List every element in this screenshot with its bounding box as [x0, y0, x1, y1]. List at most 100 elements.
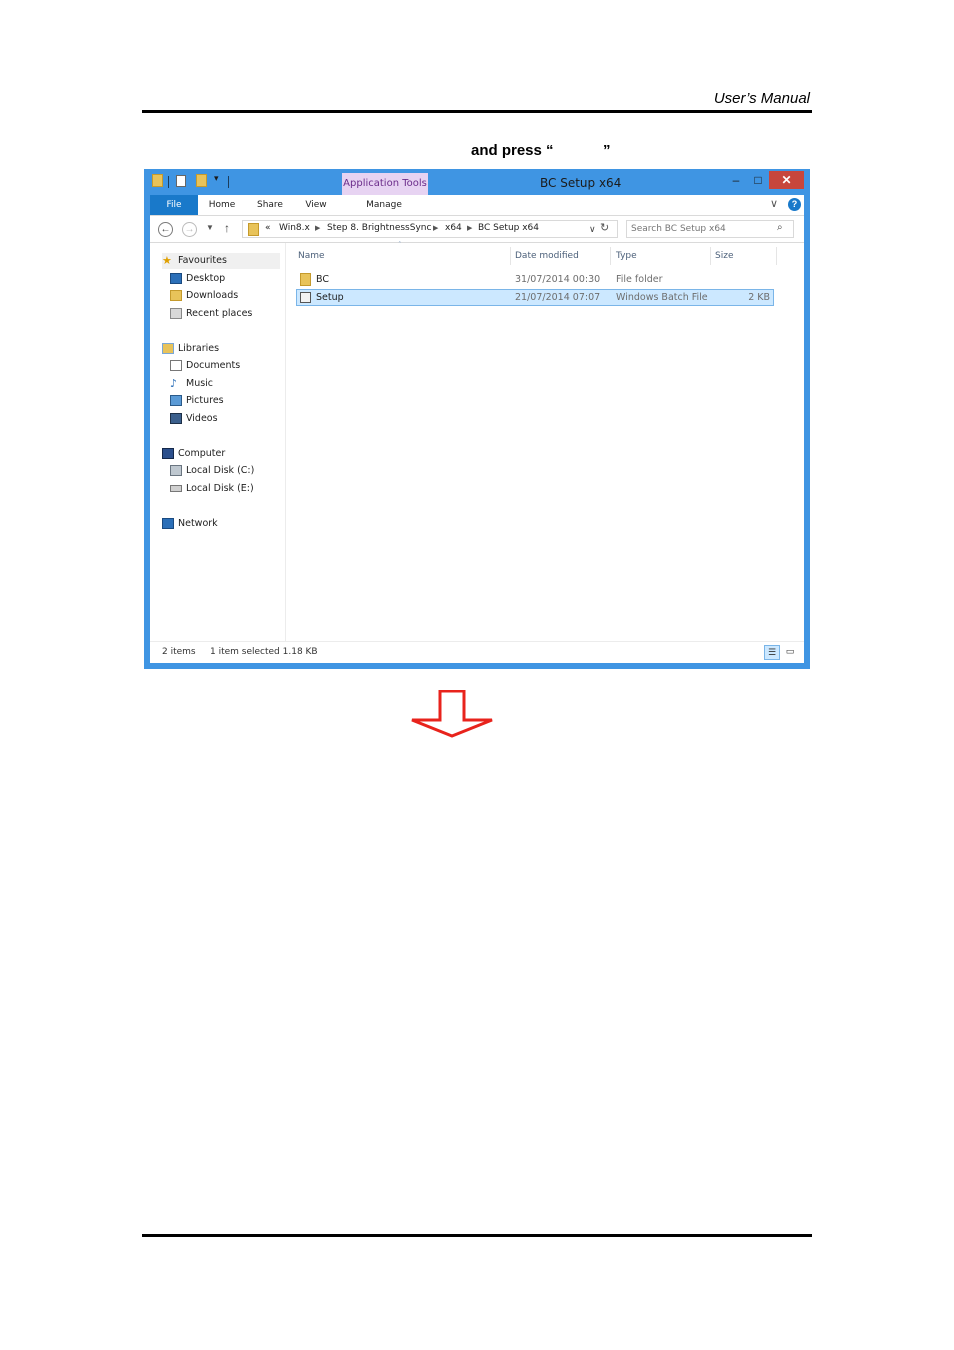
nav-label: Local Disk (C:): [186, 465, 255, 476]
star-icon: ★: [162, 254, 172, 267]
nav-label: Recent places: [186, 308, 253, 319]
instruction-text-start: and press “: [471, 142, 554, 159]
maximize-button[interactable]: □: [748, 171, 768, 189]
nav-label: Downloads: [186, 290, 239, 301]
close-button[interactable]: ✕: [769, 171, 804, 189]
search-box[interactable]: ⌕: [626, 220, 794, 238]
nav-label: Libraries: [178, 343, 220, 354]
nav-label: Documents: [186, 360, 241, 371]
divider: [168, 176, 169, 188]
breadcrumb-win8x[interactable]: Win8.x: [279, 223, 310, 233]
title-bar: ▾ Application Tools BC Setup x64 – □ ✕: [144, 169, 810, 195]
column-divider[interactable]: [510, 247, 511, 265]
application-tools-tab[interactable]: Application Tools: [342, 173, 428, 195]
breadcrumb-bc-setup-x64[interactable]: BC Setup x64: [478, 223, 539, 233]
file-type: Windows Batch File: [616, 292, 708, 303]
nav-label: Music: [186, 378, 214, 389]
breadcrumb-separator-icon[interactable]: ▶: [315, 224, 320, 232]
help-icon[interactable]: ?: [788, 198, 801, 211]
tab-view[interactable]: View: [298, 195, 334, 215]
tiles-view-button[interactable]: ▭: [782, 645, 798, 660]
libraries-icon: [162, 343, 174, 354]
column-header-name[interactable]: Name: [298, 251, 325, 261]
divider: [228, 176, 229, 188]
breadcrumb-overflow[interactable]: «: [265, 223, 271, 233]
videos-icon: [170, 413, 182, 424]
header-rule: [142, 110, 812, 113]
file-size: 2 KB: [748, 292, 770, 303]
tab-home[interactable]: Home: [202, 195, 242, 215]
forward-button[interactable]: →: [182, 222, 197, 237]
pictures-icon: [170, 395, 182, 406]
column-divider[interactable]: [610, 247, 611, 265]
recent-places-icon: [170, 308, 182, 319]
table-row-bc[interactable]: BC 31/07/2014 00:30 File folder: [296, 271, 774, 288]
customize-chevron-icon[interactable]: ▾: [214, 173, 219, 189]
back-button[interactable]: ←: [158, 222, 173, 237]
computer-icon: [162, 448, 174, 459]
file-date: 31/07/2014 00:30: [515, 274, 601, 285]
file-name: BC: [316, 274, 329, 285]
page-header-title: User’s Manual: [713, 90, 810, 107]
desktop-icon: [170, 273, 182, 284]
breadcrumb-step8[interactable]: Step 8. BrightnessSync: [327, 223, 431, 233]
address-toolbar: ← → ▼ ↑ « Win8.x ▶ Step 8. BrightnessSyn…: [150, 215, 804, 243]
minimize-button[interactable]: –: [726, 171, 746, 189]
window-title: BC Setup x64: [540, 176, 622, 190]
details-view-button[interactable]: ☰: [764, 645, 780, 660]
tab-file[interactable]: File: [150, 195, 198, 215]
search-icon[interactable]: ⌕: [777, 222, 783, 233]
file-name: Setup: [316, 292, 344, 303]
address-bar[interactable]: « Win8.x ▶ Step 8. BrightnessSync ▶ x64 …: [242, 220, 618, 238]
nav-label: Favourites: [178, 255, 227, 266]
nav-label: Computer: [178, 448, 226, 459]
column-divider[interactable]: [710, 247, 711, 265]
refresh-icon[interactable]: ↻: [600, 221, 609, 234]
disk-icon: [170, 465, 182, 476]
file-date: 21/07/2014 07:07: [515, 292, 601, 303]
breadcrumb-separator-icon[interactable]: ▶: [467, 224, 472, 232]
nav-label: Local Disk (E:): [186, 483, 254, 494]
breadcrumb-separator-icon[interactable]: ▶: [433, 224, 438, 232]
table-row-setup[interactable]: Setup 21/07/2014 07:07 Windows Batch Fil…: [296, 289, 774, 306]
expand-ribbon-icon[interactable]: ∨: [770, 197, 778, 210]
up-button[interactable]: ↑: [224, 221, 230, 235]
network-icon: [162, 518, 174, 529]
instruction-text-end: ”: [603, 142, 611, 159]
column-divider[interactable]: [776, 247, 777, 265]
folder-icon: [248, 223, 259, 241]
address-dropdown-icon[interactable]: ∨: [589, 224, 596, 235]
file-type: File folder: [616, 274, 663, 285]
disk-icon: [170, 485, 182, 492]
search-input[interactable]: [631, 222, 771, 236]
item-count: 2 items: [162, 647, 196, 657]
documents-icon: [170, 360, 182, 371]
navigation-pane: ★ Favourites Desktop Downloads Recent pl…: [150, 243, 286, 641]
nav-label: Pictures: [186, 395, 224, 406]
tab-share[interactable]: Share: [250, 195, 290, 215]
sort-indicator-icon: ˆ: [398, 241, 402, 249]
selection-info: 1 item selected 1.18 KB: [210, 647, 318, 657]
column-header-date-modified[interactable]: Date modified: [515, 251, 579, 261]
nav-label: Desktop: [186, 273, 226, 284]
status-bar: 2 items 1 item selected 1.18 KB ☰ ▭: [150, 641, 804, 663]
music-icon: ♪: [170, 377, 178, 390]
folder-icon: [152, 174, 163, 190]
breadcrumb-x64[interactable]: x64: [445, 223, 462, 233]
file-list: Name ˆ Date modified Type Size BC 31/07/…: [286, 241, 804, 641]
properties-icon[interactable]: [176, 174, 186, 190]
downloads-icon: [170, 290, 182, 301]
tab-manage[interactable]: Manage: [360, 195, 408, 215]
nav-label: Network: [178, 518, 218, 529]
footer-rule: [142, 1234, 812, 1237]
new-folder-icon[interactable]: [196, 174, 207, 190]
nav-favourites[interactable]: ★ Favourites: [162, 253, 280, 269]
explorer-window: ▾ Application Tools BC Setup x64 – □ ✕ F…: [144, 169, 810, 669]
ribbon: File Home Share View Manage ∨ ?: [150, 195, 804, 215]
batch-file-icon: [300, 292, 311, 303]
column-header-type[interactable]: Type: [616, 251, 637, 261]
column-header-size[interactable]: Size: [715, 251, 733, 261]
recent-locations-chevron-icon[interactable]: ▼: [206, 223, 214, 232]
nav-label: Videos: [186, 413, 218, 424]
down-arrow-icon: [411, 690, 493, 738]
